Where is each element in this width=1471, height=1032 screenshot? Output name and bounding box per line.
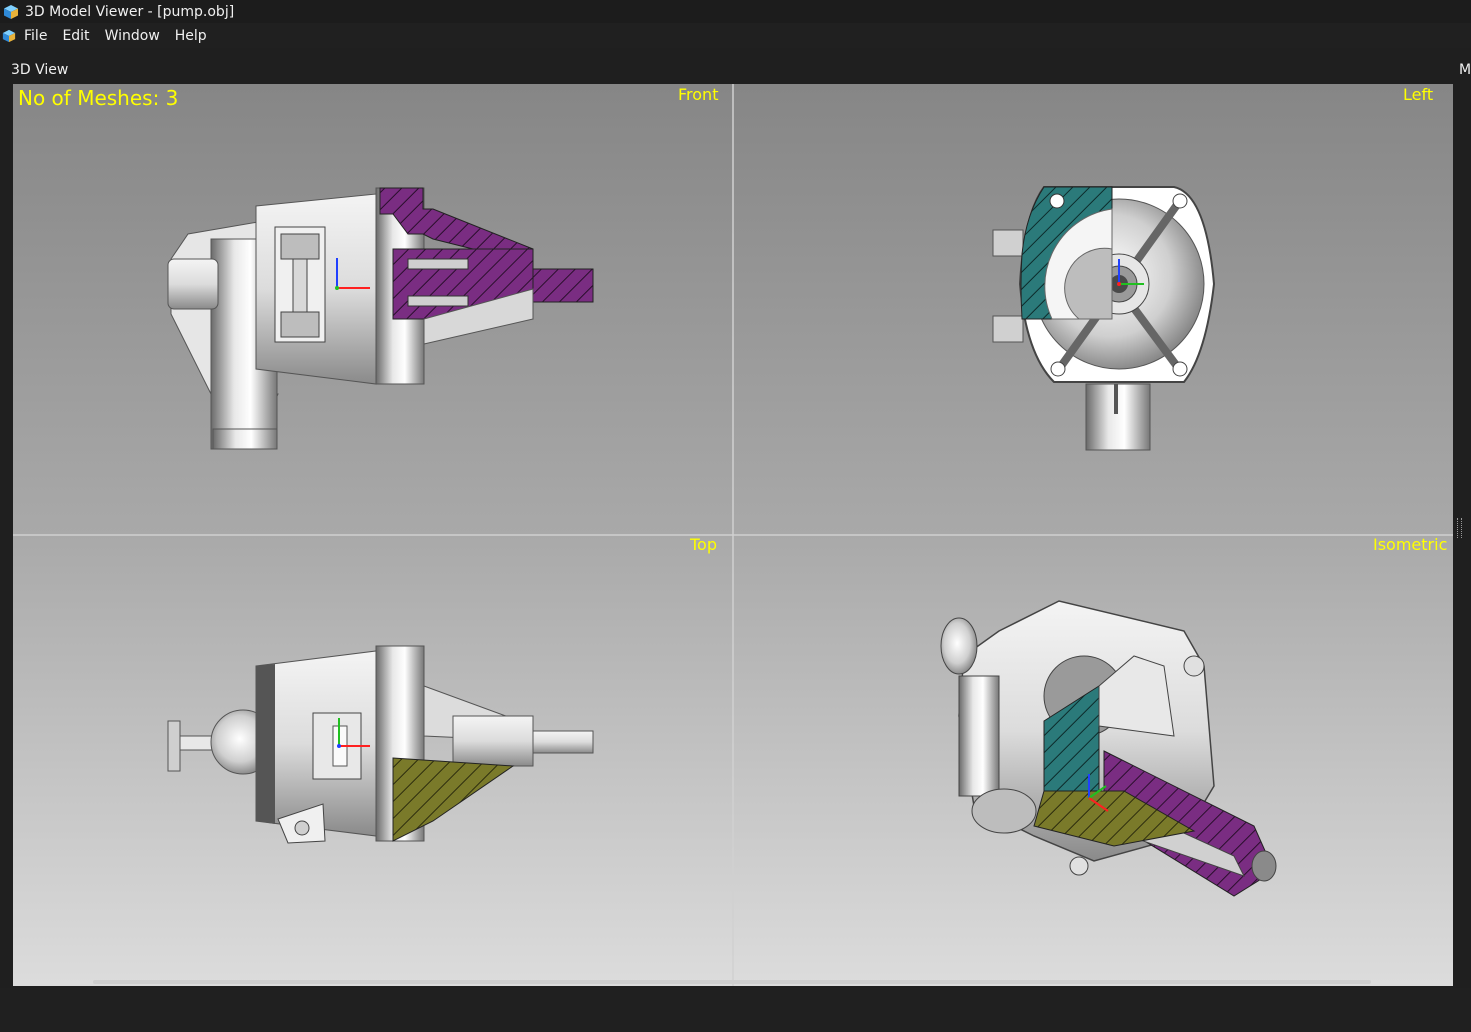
viewport-frame: No of Meshes: 3 Front Left Top Isometric — [13, 84, 1453, 986]
title-bar: 3D Model Viewer - [pump.obj] — [0, 0, 1471, 23]
window-title: 3D Model Viewer - [pump.obj] — [25, 3, 235, 20]
horizontal-scrollbar[interactable] — [93, 980, 1371, 984]
front-view-model[interactable] — [13, 84, 732, 534]
menu-help[interactable]: Help — [175, 28, 207, 44]
3d-viewport[interactable]: No of Meshes: 3 Front Left Top Isometric — [13, 84, 1453, 986]
side-panel-tab[interactable]: M — [1459, 62, 1471, 78]
status-bar — [0, 988, 1471, 1032]
menu-bar: File Edit Window Help — [0, 23, 1471, 48]
panel-resize-grip[interactable] — [1457, 518, 1462, 538]
isometric-view-model[interactable] — [734, 536, 1453, 986]
panel-title: 3D View — [11, 62, 69, 78]
top-view-model[interactable] — [13, 536, 732, 986]
panel-header: 3D View M — [0, 56, 1471, 82]
menu-window[interactable]: Window — [105, 28, 160, 44]
menu-file[interactable]: File — [24, 28, 47, 44]
cube-icon — [4, 4, 18, 19]
cube-icon[interactable] — [2, 29, 16, 43]
left-view-model[interactable] — [734, 84, 1453, 534]
menu-edit[interactable]: Edit — [62, 28, 89, 44]
